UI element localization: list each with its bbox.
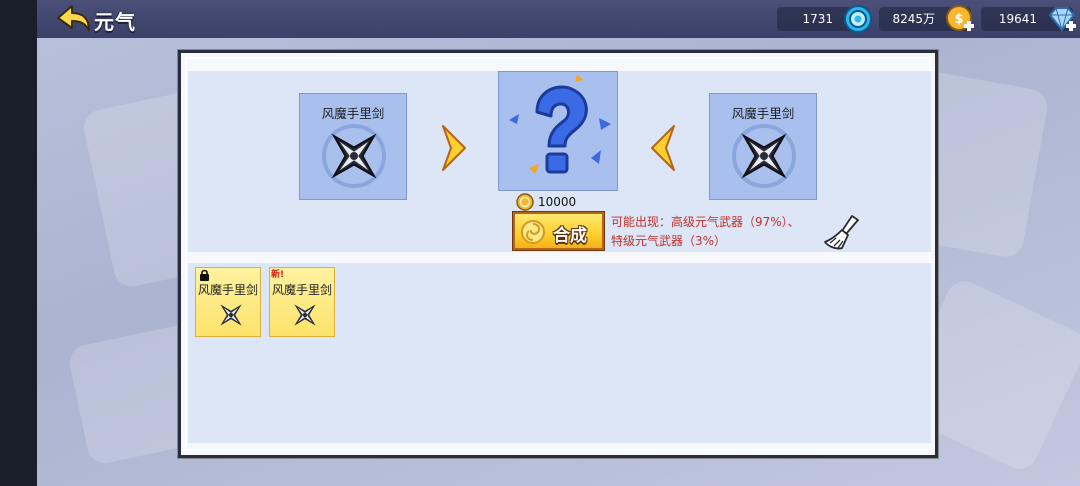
material-slot-right[interactable]: 风魔手里剑 [709, 93, 817, 200]
new-badge: 新! [271, 270, 285, 280]
material-slot-left[interactable]: 风魔手里剑 [299, 93, 407, 200]
gem-count: 1731 [802, 12, 833, 26]
swirl-icon [521, 220, 545, 244]
gold-coin-icon [516, 193, 534, 211]
coin-count: 8245万 [892, 12, 935, 26]
gold-coin-plus-icon: $ [946, 5, 974, 31]
shuriken-icon [322, 124, 386, 188]
shuriken-icon [732, 124, 796, 188]
back-button[interactable] [56, 4, 92, 34]
inventory-item-name: 风魔手里剑 [271, 283, 332, 297]
svg-text:$: $ [954, 12, 963, 27]
inventory-item-name: 风魔手里剑 [197, 283, 258, 297]
page-title: 元气 [94, 10, 136, 34]
merge-button-label: 合成 [553, 226, 587, 246]
chance-line: 特级元气武器（3%） [611, 234, 727, 248]
lock-icon [200, 269, 209, 281]
shuriken-icon [294, 304, 316, 326]
arrow-right-icon [442, 125, 466, 171]
back-arrow-icon [57, 5, 90, 31]
diamond-count: 19641 [998, 12, 1037, 26]
slot-item-name: 风魔手里剑 [321, 106, 385, 121]
diamond-plus-icon [1049, 7, 1076, 32]
inventory-item[interactable]: 新! 风魔手里剑 [269, 267, 335, 337]
chance-line: 可能出现：高级元气武器（97%）、 [611, 215, 800, 229]
coin-counter[interactable]: 8245万 $ [879, 5, 974, 31]
merge-result-slot [498, 71, 618, 191]
merge-chance-info: 可能出现：高级元气武器（97%）、 特级元气武器（3%） [611, 213, 800, 251]
cost-amount: 10000 [538, 195, 577, 209]
blue-gem-icon [844, 5, 872, 33]
shuriken-icon [220, 304, 242, 326]
question-mark-icon [509, 74, 611, 174]
merge-button[interactable]: 合成 [513, 212, 604, 250]
broom-icon[interactable] [822, 212, 862, 252]
arrow-left-icon [651, 125, 675, 171]
diamond-counter[interactable]: 19641 [981, 7, 1076, 32]
merge-cost: 10000 [516, 193, 576, 211]
gem-counter[interactable]: 1731 [777, 5, 872, 33]
slot-item-name: 风魔手里剑 [731, 106, 795, 121]
inventory-item[interactable]: 风魔手里剑 [195, 267, 261, 337]
